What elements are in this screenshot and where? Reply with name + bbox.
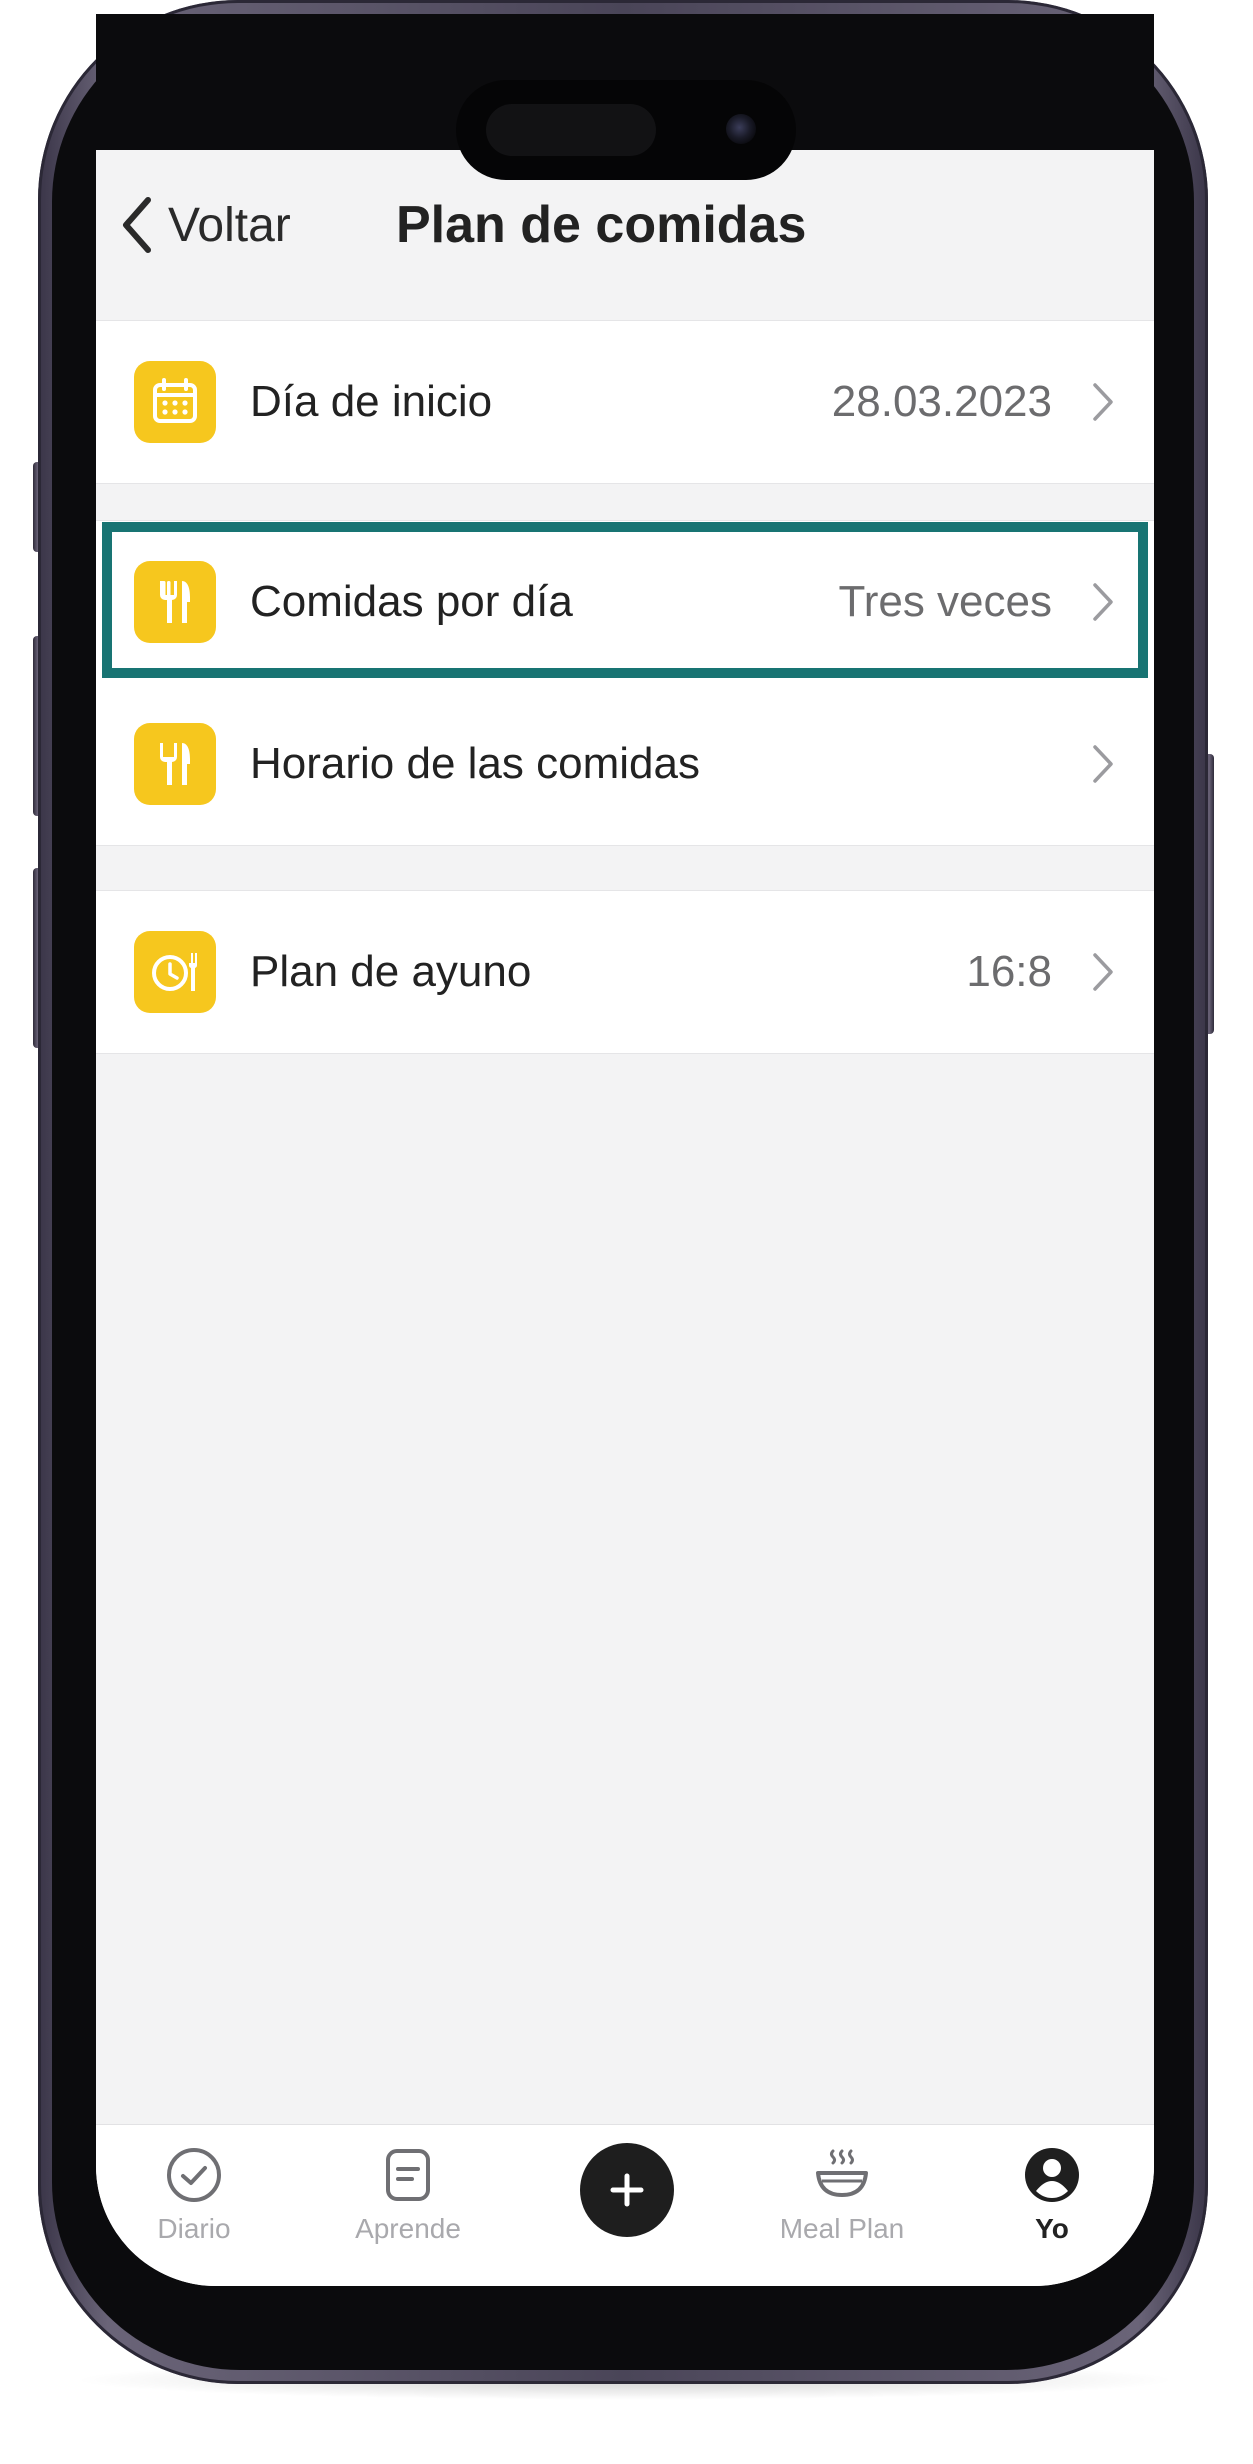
tab-yo[interactable]: Yo [962, 2125, 1142, 2255]
chevron-right-icon [1093, 583, 1113, 621]
chevron-right-icon [1093, 745, 1113, 783]
setting-value: 28.03.2023 [831, 377, 1052, 426]
app-screen: Voltar Plan de comidas Día de inicio 28.… [96, 150, 1154, 2286]
clock-cutlery-icon [134, 931, 216, 1013]
cutlery-icon [134, 561, 216, 643]
setting-label: Plan de ayuno [250, 947, 532, 996]
tab-label: Aprende [355, 2213, 461, 2244]
bowl-icon [816, 2149, 868, 2197]
tab-meal-plan[interactable]: Meal Plan [752, 2125, 932, 2255]
tab-label: Diario [157, 2213, 231, 2244]
setting-label: Horario de las comidas [250, 739, 700, 788]
navigation-bar: Voltar Plan de comidas [96, 170, 1154, 280]
tab-label: Meal Plan [779, 2213, 905, 2244]
document-icon [386, 2149, 430, 2201]
plus-icon [610, 2173, 644, 2207]
setting-value: 16:8 [966, 947, 1052, 996]
page-title: Plan de comidas [396, 196, 807, 254]
setting-label: Comidas por día [250, 577, 573, 626]
setting-row-start-day[interactable]: Día de inicio 28.03.2023 [96, 321, 1154, 483]
tab-aprende[interactable]: Aprende [318, 2125, 498, 2255]
island-sensor [486, 104, 656, 156]
add-button[interactable] [580, 2143, 674, 2237]
chevron-right-icon [1093, 383, 1113, 421]
back-label: Voltar [168, 198, 291, 252]
check-circle-icon [167, 2148, 221, 2202]
phone-mockup: Voltar Plan de comidas Día de inicio 28.… [0, 0, 1253, 2464]
setting-label: Día de inicio [250, 377, 493, 426]
settings-group-meals: Comidas por día Tres veces Horario de la… [96, 520, 1154, 846]
camera-icon [726, 114, 756, 144]
chevron-right-icon [1093, 953, 1113, 991]
back-button[interactable]: Voltar [120, 190, 291, 260]
tab-bar: Diario Aprende Meal Plan Yo [96, 2124, 1154, 2286]
profile-icon [1025, 2148, 1079, 2202]
tab-label: Yo [1035, 2213, 1069, 2244]
chevron-left-icon [123, 197, 151, 253]
settings-group-start: Día de inicio 28.03.2023 [96, 320, 1154, 484]
setting-value: Tres veces [838, 577, 1052, 626]
calendar-icon [134, 361, 216, 443]
settings-group-fasting: Plan de ayuno 16:8 [96, 890, 1154, 1054]
setting-row-meal-schedule[interactable]: Horario de las comidas [96, 683, 1154, 845]
setting-row-fasting-plan[interactable]: Plan de ayuno 16:8 [96, 891, 1154, 1053]
tab-diario[interactable]: Diario [104, 2125, 284, 2255]
dynamic-island [456, 80, 796, 180]
setting-row-meals-per-day[interactable]: Comidas por día Tres veces [96, 521, 1154, 683]
cutlery-icon [134, 723, 216, 805]
